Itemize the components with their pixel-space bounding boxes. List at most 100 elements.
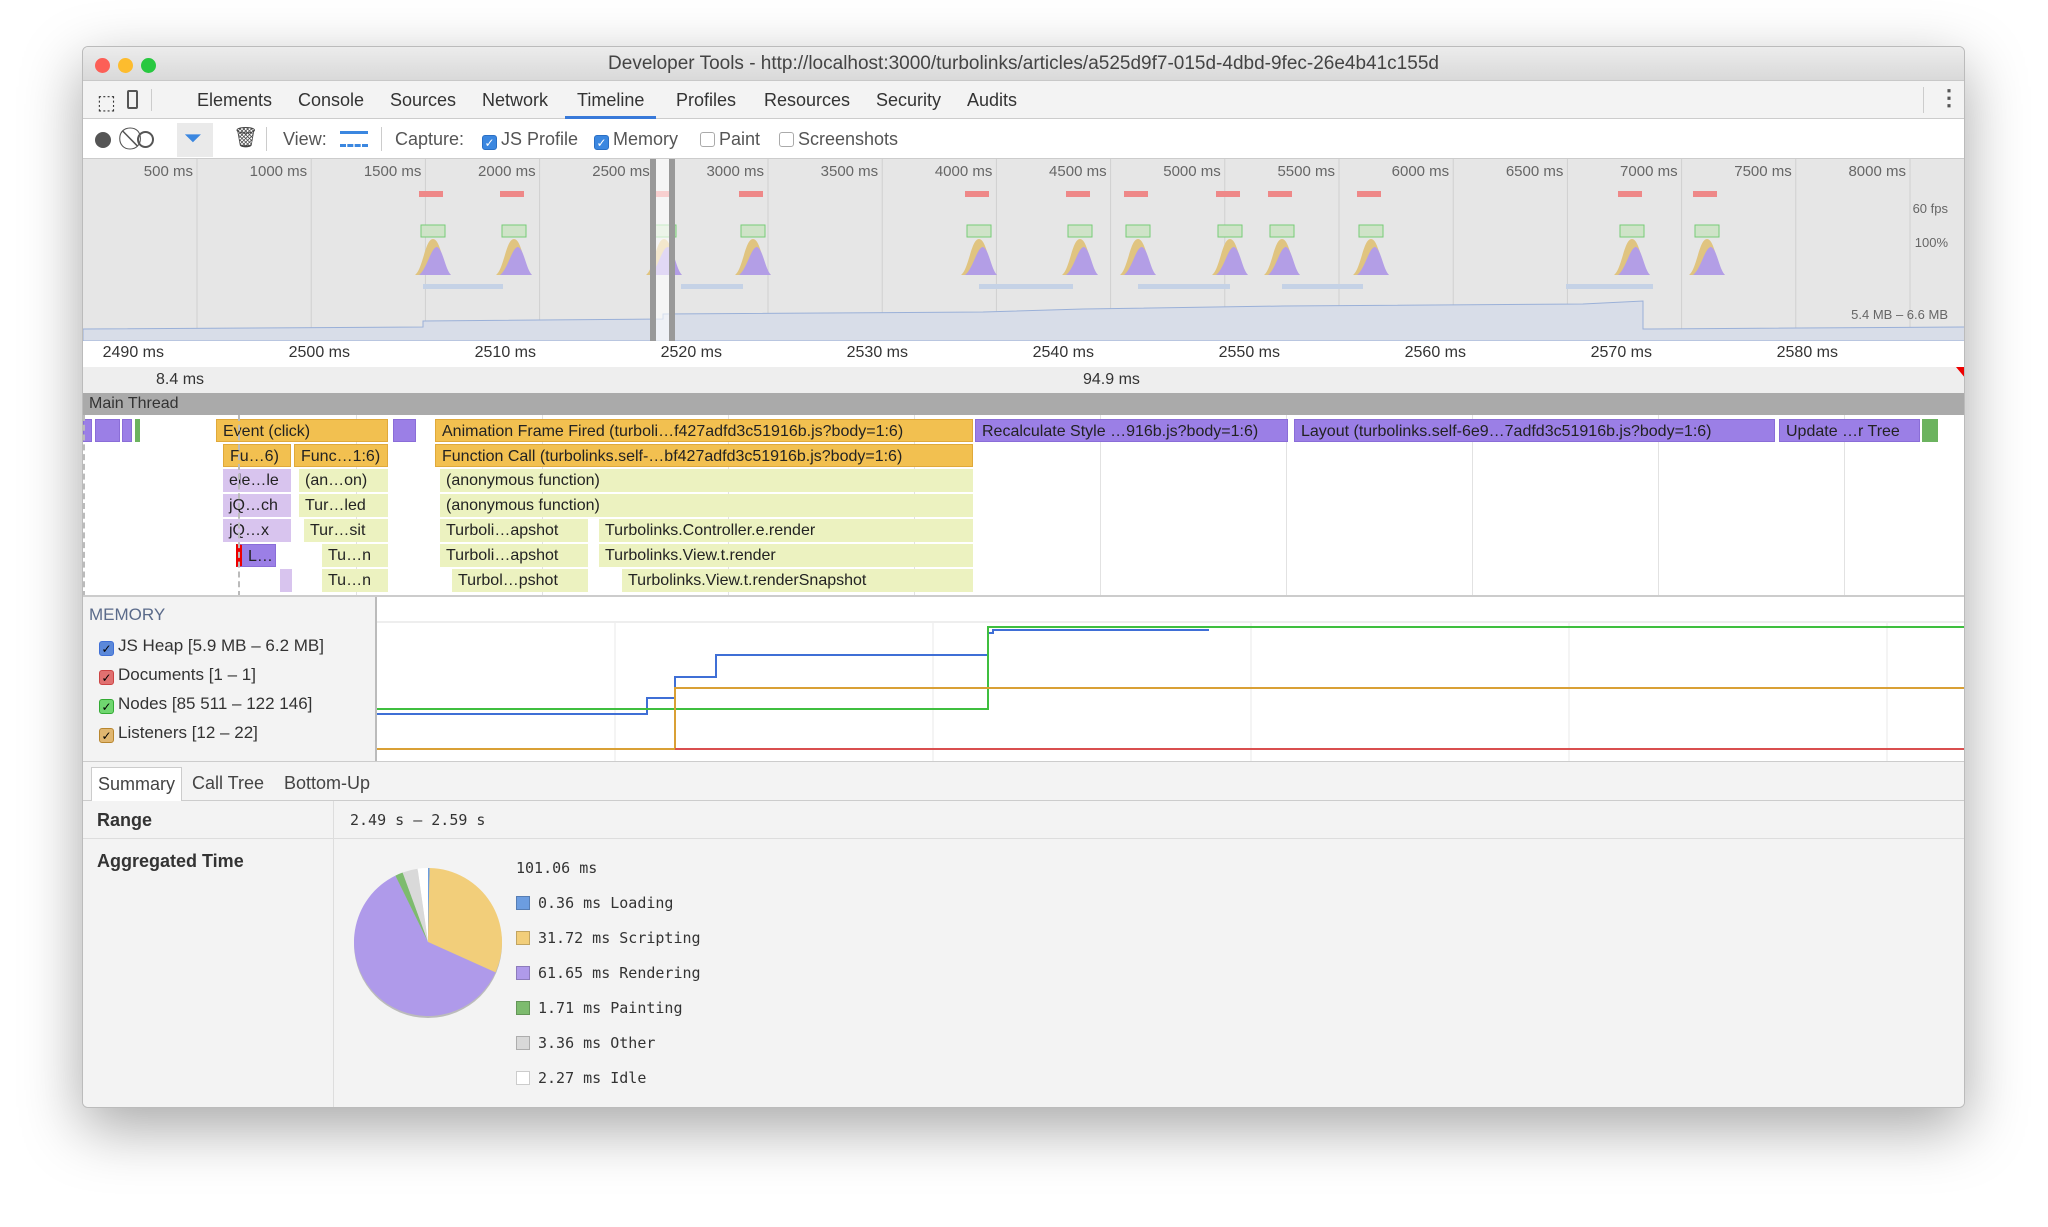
flame-block[interactable]: Fu…6)	[223, 444, 291, 467]
ruler-tick-label: 2550 ms	[1218, 344, 1280, 361]
flame-block[interactable]: jQ…x	[223, 519, 291, 542]
timeline-overview[interactable]: 60 fps 100% 5.4 MB – 6.6 MB 500 ms 1000 m…	[83, 159, 1964, 341]
time-ruler: 2490 ms 2500 ms 2510 ms 2520 ms 2530 ms 2540 …	[83, 341, 1964, 367]
flame-block[interactable]	[135, 419, 140, 442]
flame-block[interactable]: Turbol…pshot	[452, 569, 588, 592]
tab-call-tree[interactable]: Call Tree	[186, 767, 270, 802]
flame-block[interactable]: Turbolinks.Controller.e.render	[599, 519, 973, 542]
tab-profiles[interactable]: Profiles	[676, 81, 736, 119]
flame-block[interactable]	[1922, 419, 1938, 442]
details-tabs: Summary Call Tree Bottom-Up	[83, 761, 1964, 802]
flame-block[interactable]	[280, 569, 292, 592]
more-options-icon[interactable]: ⋮	[1938, 85, 1960, 111]
flame-block[interactable]: ele…le	[223, 469, 291, 492]
flame-block[interactable]	[95, 419, 120, 442]
flame-block[interactable]: Func…1:6)	[294, 444, 388, 467]
flame-block[interactable]: Turboli…apshot	[440, 544, 588, 567]
frame-duration[interactable]: 94.9 ms	[1083, 371, 1140, 389]
flame-block[interactable]: Tur…led	[299, 494, 388, 517]
flame-block[interactable]: Tu…n	[322, 544, 388, 567]
legend-item-rendering: 61.65 ms Rendering	[516, 964, 701, 999]
selection-window[interactable]	[650, 159, 675, 341]
checkbox-checked-icon[interactable]: ✓	[99, 699, 114, 714]
legend-label: 61.65 ms Rendering	[538, 964, 701, 982]
flame-block[interactable]: (anonymous function)	[440, 469, 973, 492]
tab-console[interactable]: Console	[298, 81, 364, 119]
minimize-window-button[interactable]	[118, 58, 133, 73]
capture-label: Capture:	[395, 129, 465, 149]
flame-block[interactable]: jQ…ch	[223, 494, 291, 517]
long-frame-marker	[739, 191, 763, 197]
main-thread-header[interactable]: Main Thread	[83, 393, 1964, 415]
window-title: Developer Tools - http://localhost:3000/…	[608, 53, 1439, 74]
fps-bar	[740, 224, 766, 238]
flame-gridline	[1286, 415, 1287, 595]
overview-tick-label: 8000 ms	[1848, 163, 1906, 180]
checkbox-unchecked-icon[interactable]	[700, 132, 715, 147]
capture-screenshots[interactable]: Screenshots	[779, 119, 898, 159]
ruler-tick-label: 2560 ms	[1404, 344, 1466, 361]
tab-resources[interactable]: Resources	[764, 81, 850, 119]
tab-bottom-up[interactable]: Bottom-Up	[278, 767, 376, 802]
flame-block[interactable]: Tu…n	[322, 569, 388, 592]
checkbox-checked-icon[interactable]: ✓	[99, 670, 114, 685]
close-window-button[interactable]	[95, 58, 110, 73]
legend-label: 0.36 ms Loading	[538, 894, 674, 912]
filter-icon[interactable]: ⏷	[184, 125, 202, 151]
memory-panel: MEMORY ✓ JS Heap [5.9 MB – 6.2 MB] ✓ Docum…	[83, 597, 1964, 761]
checkbox-checked-icon[interactable]: ✓	[482, 135, 497, 150]
cpu-label: 100%	[1914, 235, 1948, 250]
long-frame-marker	[500, 191, 524, 197]
range-row: Range 2.49 s – 2.59 s	[83, 801, 1964, 839]
flame-block[interactable]: L…	[236, 544, 276, 567]
range-label: Range	[97, 810, 153, 830]
flame-block[interactable]: (an…on)	[299, 469, 388, 492]
tab-summary[interactable]: Summary	[91, 767, 183, 802]
device-mode-icon[interactable]	[127, 90, 138, 109]
tab-network[interactable]: Network	[482, 81, 548, 119]
tab-audits[interactable]: Audits	[967, 81, 1017, 119]
capture-memory[interactable]: ✓ Memory	[594, 119, 678, 159]
counter-js-heap[interactable]: ✓ JS Heap [5.9 MB – 6.2 MB]	[99, 636, 324, 656]
flame-animation-frame[interactable]: Animation Frame Fired (turboli…f427adfd3…	[435, 419, 973, 442]
tab-elements[interactable]: Elements	[197, 81, 272, 119]
inspect-element-icon[interactable]: ⬚	[97, 90, 116, 115]
flame-block[interactable]: (anonymous function)	[440, 494, 973, 517]
flame-chart-view-icon[interactable]	[340, 131, 368, 147]
flame-update-layer-tree[interactable]: Update …r Tree	[1779, 419, 1920, 442]
maximize-window-button[interactable]	[141, 58, 156, 73]
ruler-tick-label: 2490 ms	[102, 344, 164, 361]
flame-layout[interactable]: Layout (turbolinks.self-6e9…7adfd3c51916…	[1294, 419, 1775, 442]
counter-nodes[interactable]: ✓ Nodes [85 511 – 122 146]	[99, 694, 312, 714]
tab-sources[interactable]: Sources	[390, 81, 456, 119]
checkbox-checked-icon[interactable]: ✓	[99, 641, 114, 656]
legend-swatch	[516, 1001, 530, 1015]
checkbox-checked-icon[interactable]: ✓	[99, 728, 114, 743]
flame-block[interactable]: Turbolinks.View.t.renderSnapshot	[622, 569, 973, 592]
legend-label: 31.72 ms Scripting	[538, 929, 701, 947]
flame-block[interactable]	[393, 419, 416, 442]
checkbox-checked-icon[interactable]: ✓	[594, 135, 609, 150]
record-button[interactable]	[95, 132, 111, 148]
flame-block[interactable]: Tur…sit	[304, 519, 388, 542]
checkbox-unchecked-icon[interactable]	[779, 132, 794, 147]
capture-js-profile[interactable]: ✓ JS Profile	[482, 119, 578, 159]
flame-block[interactable]: Turboli…apshot	[440, 519, 588, 542]
fps-bar	[1217, 224, 1243, 238]
tab-timeline[interactable]: Timeline	[565, 81, 657, 119]
flame-event-click[interactable]: Event (click)	[216, 419, 388, 442]
flame-chart[interactable]: Event (click) Animation Frame Fired (tur…	[83, 415, 1964, 597]
tab-security[interactable]: Security	[876, 81, 941, 119]
flame-function-call[interactable]: Function Call (turbolinks.self-…bf427adf…	[435, 444, 973, 467]
flame-block[interactable]: Turbolinks.View.t.render	[599, 544, 973, 567]
capture-paint[interactable]: Paint	[700, 119, 760, 159]
trash-icon[interactable]: 🗑	[233, 125, 258, 150]
flame-block[interactable]	[122, 419, 132, 442]
counter-documents[interactable]: ✓ Documents [1 – 1]	[99, 665, 256, 685]
frame-duration[interactable]: 8.4 ms	[156, 371, 204, 389]
legend-swatch	[516, 931, 530, 945]
counter-listeners[interactable]: ✓ Listeners [12 – 22]	[99, 723, 258, 743]
flame-recalculate-style[interactable]: Recalculate Style …916b.js?body=1:6)	[975, 419, 1288, 442]
fps-bar	[1694, 224, 1720, 238]
long-frame-marker	[1357, 191, 1381, 197]
